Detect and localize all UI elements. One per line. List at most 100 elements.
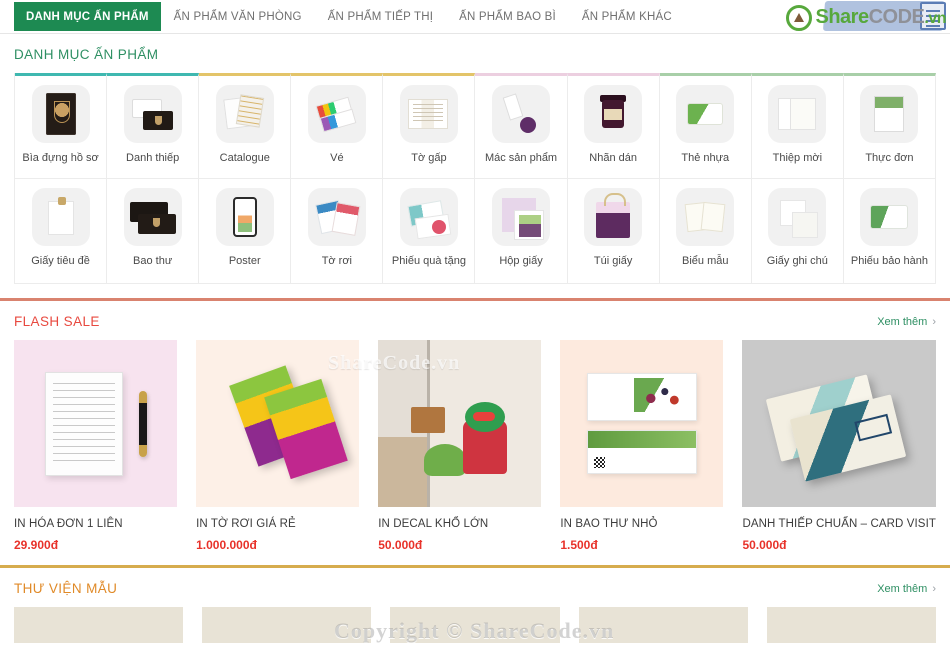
envelope-thumbnail-icon <box>123 188 182 246</box>
library-header: THƯ VIỆN MẪU Xem thêm › <box>14 568 936 607</box>
category-card-hop-giay[interactable]: Hộp giấy <box>475 178 568 283</box>
category-card-bia-dung-ho-so[interactable]: Bìa đựng hồ sơ <box>15 73 108 178</box>
category-label: Thẻ nhựa <box>681 152 730 164</box>
category-label: Giấy ghi chú <box>766 255 828 267</box>
category-label: Giấy tiêu đề <box>31 255 90 267</box>
logo-text-vn: .vn <box>924 10 946 27</box>
category-label: Poster <box>228 255 261 267</box>
library-thumbnail[interactable] <box>390 607 560 643</box>
ticket-thumbnail-icon <box>307 85 366 143</box>
category-card-nhan-dan[interactable]: Nhãn dán <box>567 73 660 178</box>
product-card-in-decal-kho-lon[interactable]: IN DECAL KHỔ LỚN 50.000đ <box>378 340 542 552</box>
see-more-label: Xem thêm <box>877 315 928 328</box>
flash-sale-title: FLASH SALE <box>14 314 100 329</box>
category-label: Mác sản phẩm <box>484 152 558 164</box>
category-label: Bao thư <box>133 255 173 267</box>
product-card-in-hoa-don-1-lien[interactable]: IN HÓA ĐƠN 1 LIÊN 29.900đ <box>14 340 178 552</box>
top-navigation-bar: DANH MỤC ẤN PHẨM ẤN PHẨM VĂN PHÒNG ẤN PH… <box>0 0 950 34</box>
category-card-bieu-mau[interactable]: Biểu mẫu <box>659 178 752 283</box>
categories-title: DANH MỤC ẤN PHẨM <box>14 47 159 62</box>
product-price: 50.000đ <box>742 538 787 552</box>
library-thumbnail[interactable] <box>202 607 372 643</box>
category-card-thuc-don[interactable]: Thực đơn <box>843 73 936 178</box>
category-label: Tờ rơi <box>321 255 352 267</box>
gift-voucher-thumbnail-icon <box>399 188 458 246</box>
nav-item-an-pham-khac[interactable]: ẤN PHẨM KHÁC <box>569 0 685 33</box>
recycle-logo-icon <box>786 4 813 31</box>
category-label: Hộp giấy <box>499 255 543 267</box>
hangtag-thumbnail-icon <box>492 85 551 143</box>
nav-item-danh-muc-an-pham[interactable]: DANH MỤC ẤN PHẨM <box>14 2 161 31</box>
chevron-right-icon: › <box>932 315 936 328</box>
flash-sale-header: FLASH SALE Xem thêm › <box>14 301 936 340</box>
product-image <box>560 340 724 507</box>
product-name: IN BAO THƯ NHỎ <box>560 518 658 530</box>
sharecode-logo[interactable]: ShareCODE.vn <box>784 1 946 34</box>
category-card-ve[interactable]: Vé <box>291 73 384 178</box>
category-card-to-gap[interactable]: Tờ gấp <box>383 73 476 178</box>
invitation-thumbnail-icon <box>768 85 827 143</box>
category-card-tui-giay[interactable]: Túi giấy <box>567 178 660 283</box>
paper-bag-thumbnail-icon <box>584 188 643 246</box>
library-section: THƯ VIỆN MẪU Xem thêm › <box>0 568 950 643</box>
nav-item-an-pham-van-phong[interactable]: ẤN PHẨM VĂN PHÒNG <box>161 0 315 33</box>
product-price: 1.000.000đ <box>196 538 257 552</box>
product-name: IN DECAL KHỔ LỚN <box>378 518 489 530</box>
category-label: Danh thiếp <box>126 152 180 164</box>
category-card-danh-thiep[interactable]: Danh thiếp <box>107 73 200 178</box>
library-thumbnail[interactable] <box>578 607 748 643</box>
nav-item-an-pham-tiep-thi[interactable]: ẤN PHẨM TIẾP THỊ <box>315 0 446 33</box>
product-image <box>14 340 178 507</box>
category-card-bao-thu[interactable]: Bao thư <box>107 178 200 283</box>
product-image <box>378 340 542 507</box>
category-grid: Bìa đựng hồ sơ Danh thiếp Catalogue Vé T… <box>14 73 936 284</box>
form-thumbnail-icon <box>676 188 735 246</box>
category-card-to-roi[interactable]: Tờ rơi <box>291 178 384 283</box>
see-more-label: Xem thêm <box>877 582 928 595</box>
category-card-poster[interactable]: Poster <box>199 178 292 283</box>
category-label: Catalogue <box>219 152 270 164</box>
catalogue-thumbnail-icon <box>215 85 274 143</box>
product-card-danh-thiep-chuan-card-visit[interactable]: DANH THIẾP CHUẨN – CARD VISIT 50.000đ <box>742 340 936 552</box>
letterhead-thumbnail-icon <box>31 188 90 246</box>
product-name: DANH THIẾP CHUẨN – CARD VISIT <box>742 518 936 530</box>
logo-wordmark: ShareCODE.vn <box>815 6 946 29</box>
product-card-in-to-roi-gia-re[interactable]: IN TỜ RƠI GIÁ RẺ 1.000.000đ <box>196 340 360 552</box>
category-card-giay-ghi-chu[interactable]: Giấy ghi chú <box>751 178 844 283</box>
categories-section: DANH MỤC ẤN PHẨM Bìa đựng hồ sơ Danh thi… <box>0 34 950 284</box>
logo-text-share: Share <box>815 6 869 28</box>
paper-box-thumbnail-icon <box>492 188 551 246</box>
product-card-in-bao-thu-nho[interactable]: IN BAO THƯ NHỎ 1.500đ <box>560 340 724 552</box>
product-name: IN HÓA ĐƠN 1 LIÊN <box>14 518 123 530</box>
logo-text-code: CODE <box>868 6 925 28</box>
category-card-catalogue[interactable]: Catalogue <box>199 73 292 178</box>
categories-header: DANH MỤC ẤN PHẨM <box>14 34 936 73</box>
category-label: Túi giấy <box>593 255 633 267</box>
flash-sale-section: FLASH SALE Xem thêm › IN HÓA ĐƠN 1 LIÊN … <box>0 301 950 552</box>
category-card-mac-san-pham[interactable]: Mác sản phẩm <box>475 73 568 178</box>
plastic-card-thumbnail-icon <box>676 85 735 143</box>
library-thumbnail[interactable] <box>766 607 936 643</box>
category-label: Phiếu quà tặng <box>391 255 466 267</box>
poster-thumbnail-icon <box>215 188 274 246</box>
flyer-thumbnail-icon <box>307 188 366 246</box>
warranty-card-thumbnail-icon <box>860 188 919 246</box>
category-label: Phiếu bảo hành <box>850 255 928 267</box>
category-card-phieu-qua-tang[interactable]: Phiếu quà tặng <box>383 178 476 283</box>
library-see-more-link[interactable]: Xem thêm › <box>877 583 936 595</box>
category-card-the-nhua[interactable]: Thẻ nhựa <box>659 73 752 178</box>
library-thumbnail[interactable] <box>14 607 184 643</box>
flash-sale-see-more-link[interactable]: Xem thêm › <box>877 316 936 328</box>
category-card-giay-tieu-de[interactable]: Giấy tiêu đề <box>15 178 108 283</box>
flash-sale-product-grid: IN HÓA ĐƠN 1 LIÊN 29.900đ IN TỜ RƠI GIÁ … <box>14 340 936 552</box>
notepad-thumbnail-icon <box>768 188 827 246</box>
chevron-right-icon: › <box>932 582 936 595</box>
menu-thumbnail-icon <box>860 85 919 143</box>
nav-item-an-pham-bao-bi[interactable]: ẤN PHẨM BAO BÌ <box>446 0 569 33</box>
brochure-thumbnail-icon <box>399 85 458 143</box>
category-label: Vé <box>330 152 344 164</box>
library-title: THƯ VIỆN MẪU <box>14 581 118 596</box>
category-label: Tờ gấp <box>411 152 447 164</box>
category-card-thiep-moi[interactable]: Thiệp mời <box>751 73 844 178</box>
category-card-phieu-bao-hanh[interactable]: Phiếu bảo hành <box>843 178 936 283</box>
